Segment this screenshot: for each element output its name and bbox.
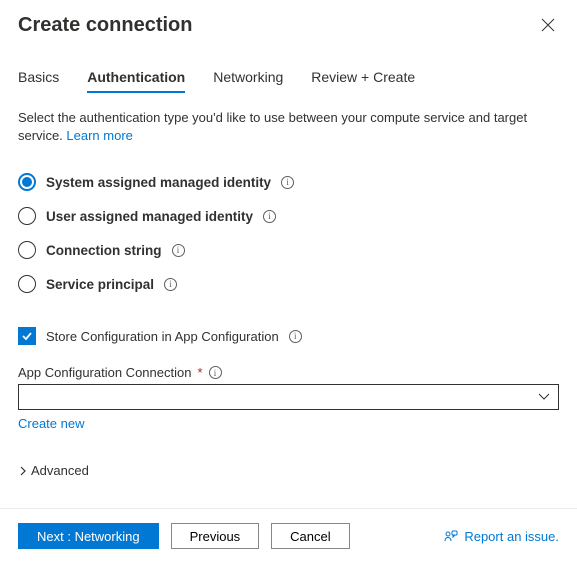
radio-label: User assigned managed identity [46, 209, 253, 224]
store-config-checkbox[interactable] [18, 327, 36, 345]
previous-button[interactable]: Previous [171, 523, 260, 549]
chevron-down-icon [538, 393, 550, 401]
advanced-label: Advanced [31, 463, 89, 478]
radio-label: Connection string [46, 243, 162, 258]
info-icon[interactable]: i [209, 366, 222, 379]
tab-basics[interactable]: Basics [18, 63, 59, 93]
radio-button[interactable] [18, 207, 36, 225]
close-icon [541, 18, 555, 32]
radio-button[interactable] [18, 241, 36, 259]
page-title: Create connection [18, 14, 192, 37]
app-config-label: App Configuration Connection [18, 365, 191, 380]
tab-review-create[interactable]: Review + Create [311, 63, 415, 93]
auth-type-radio-group: System assigned managed identity i User as… [18, 165, 559, 301]
report-issue-label: Report an issue. [464, 529, 559, 544]
close-button[interactable] [537, 14, 559, 36]
create-new-link[interactable]: Create new [18, 416, 84, 431]
person-feedback-icon [444, 529, 458, 543]
chevron-right-icon [20, 466, 27, 476]
required-asterisk: * [197, 365, 202, 380]
info-icon[interactable]: i [281, 176, 294, 189]
radio-button[interactable] [18, 173, 36, 191]
tab-networking[interactable]: Networking [213, 63, 283, 93]
info-icon[interactable]: i [289, 330, 302, 343]
advanced-toggle[interactable]: Advanced [18, 463, 559, 478]
info-icon[interactable]: i [172, 244, 185, 257]
radio-button[interactable] [18, 275, 36, 293]
store-config-label: Store Configuration in App Configuration [46, 329, 279, 344]
cancel-button[interactable]: Cancel [271, 523, 349, 549]
radio-inner [22, 177, 32, 187]
learn-more-link[interactable]: Learn more [66, 128, 132, 143]
next-button[interactable]: Next : Networking [18, 523, 159, 549]
info-icon[interactable]: i [263, 210, 276, 223]
app-config-select[interactable] [18, 384, 559, 410]
description-text: Select the authentication type you'd lik… [18, 109, 559, 145]
tab-authentication[interactable]: Authentication [87, 63, 185, 93]
tab-strip: Basics Authentication Networking Review + C… [18, 63, 559, 93]
info-icon[interactable]: i [164, 278, 177, 291]
report-issue-link[interactable]: Report an issue. [444, 529, 559, 544]
check-icon [21, 330, 33, 342]
radio-label: System assigned managed identity [46, 175, 271, 190]
radio-label: Service principal [46, 277, 154, 292]
